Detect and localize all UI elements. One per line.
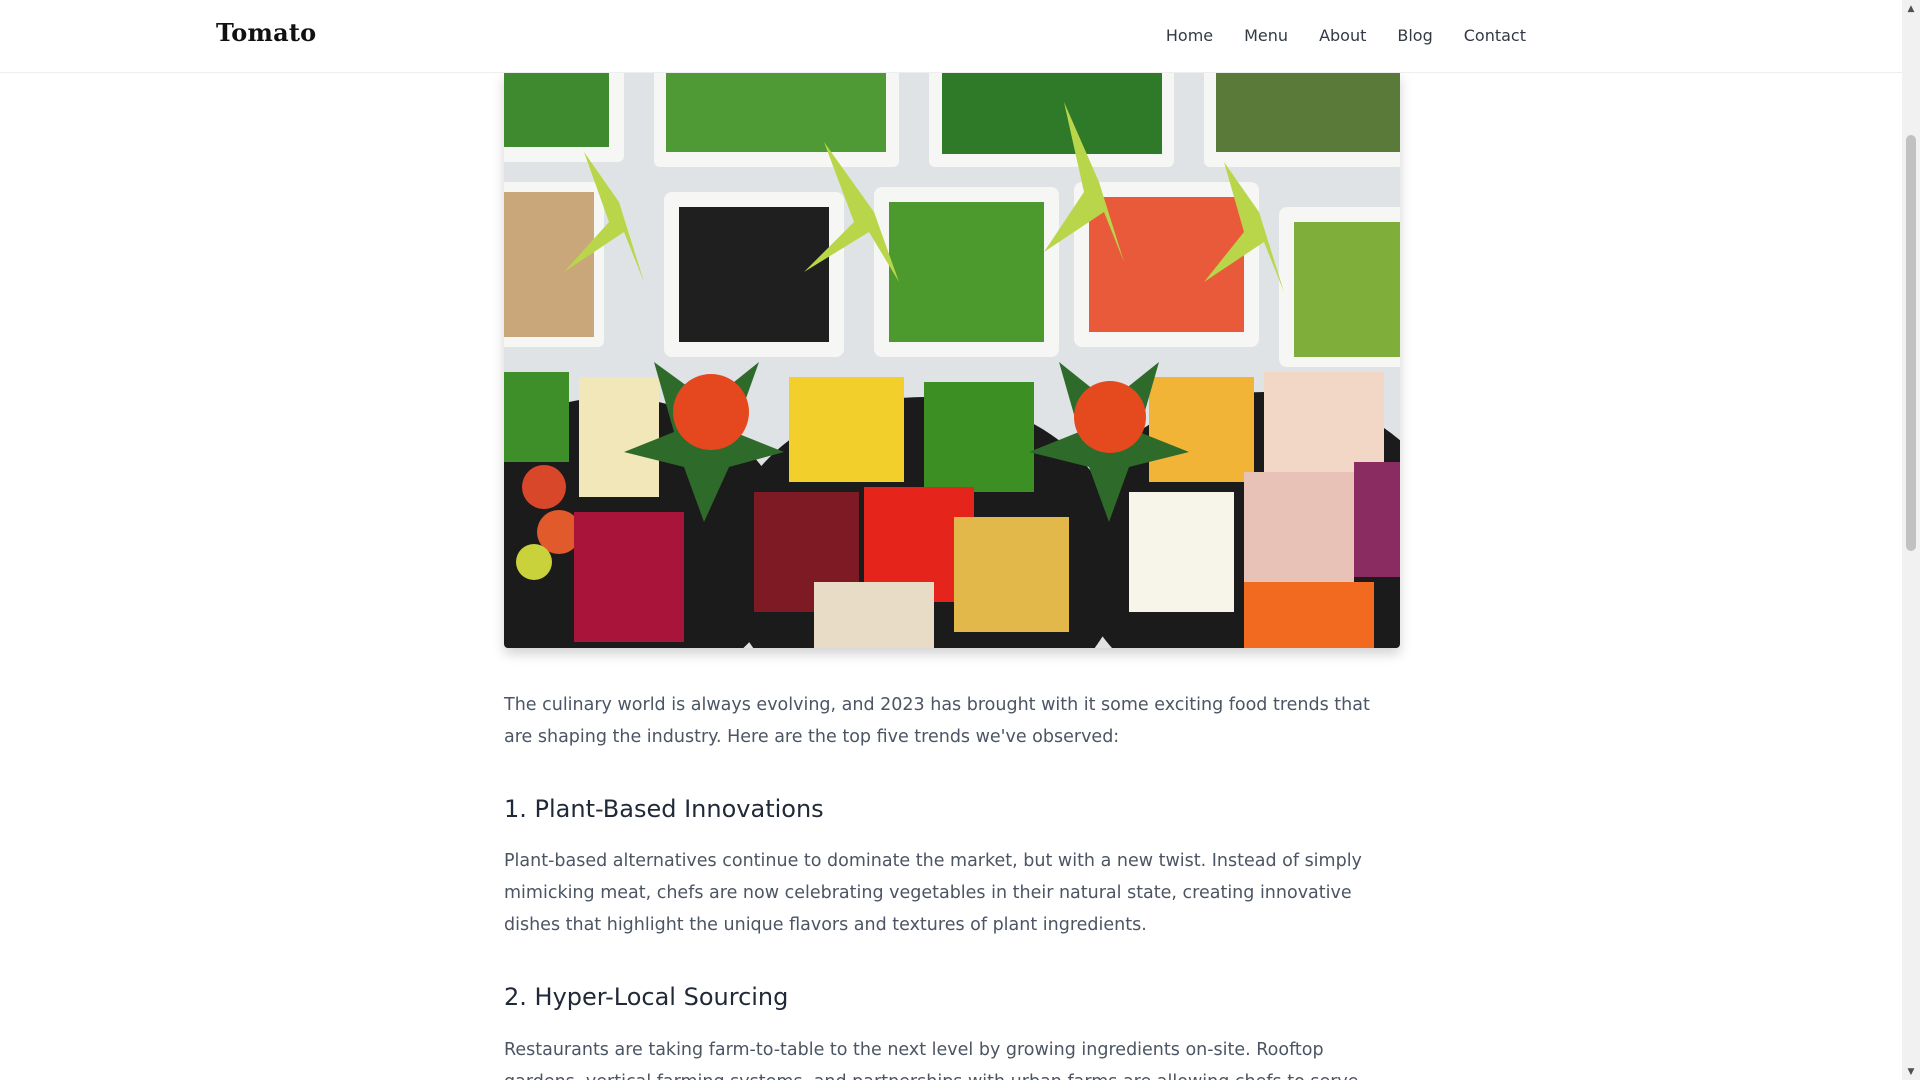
hero-image [504,72,1400,648]
nav-menu[interactable]: Menu [1244,26,1288,45]
nav-about[interactable]: About [1319,26,1366,45]
scroll-up-arrow-icon[interactable]: ▲ [1902,0,1920,17]
brand-logo[interactable]: Tomato [216,18,316,47]
nav-home[interactable]: Home [1166,26,1213,45]
nav-contact[interactable]: Contact [1464,26,1526,45]
scroll-down-arrow-icon[interactable]: ▼ [1902,1063,1920,1080]
page: Tomato Home Menu About Blog Contact The … [0,0,1920,1080]
article-intro: The culinary world is always evolving, a… [504,695,1370,747]
nav-blog[interactable]: Blog [1397,26,1432,45]
main-nav: Home Menu About Blog Contact [1166,26,1526,45]
section-body-hyper-local: Restaurants are taking farm-to-table to … [504,1040,1359,1080]
vertical-scrollbar[interactable]: ▲ ▼ [1902,0,1920,1080]
vegetable-bowls-image [504,72,1400,648]
section-heading-plant-based: 1. Plant-Based Innovations [504,795,824,823]
scrollbar-thumb[interactable] [1906,135,1916,551]
section-heading-hyper-local: 2. Hyper-Local Sourcing [504,983,789,1011]
site-header: Tomato Home Menu About Blog Contact [0,0,1902,73]
section-body-plant-based: Plant-based alternatives continue to dom… [504,851,1362,935]
